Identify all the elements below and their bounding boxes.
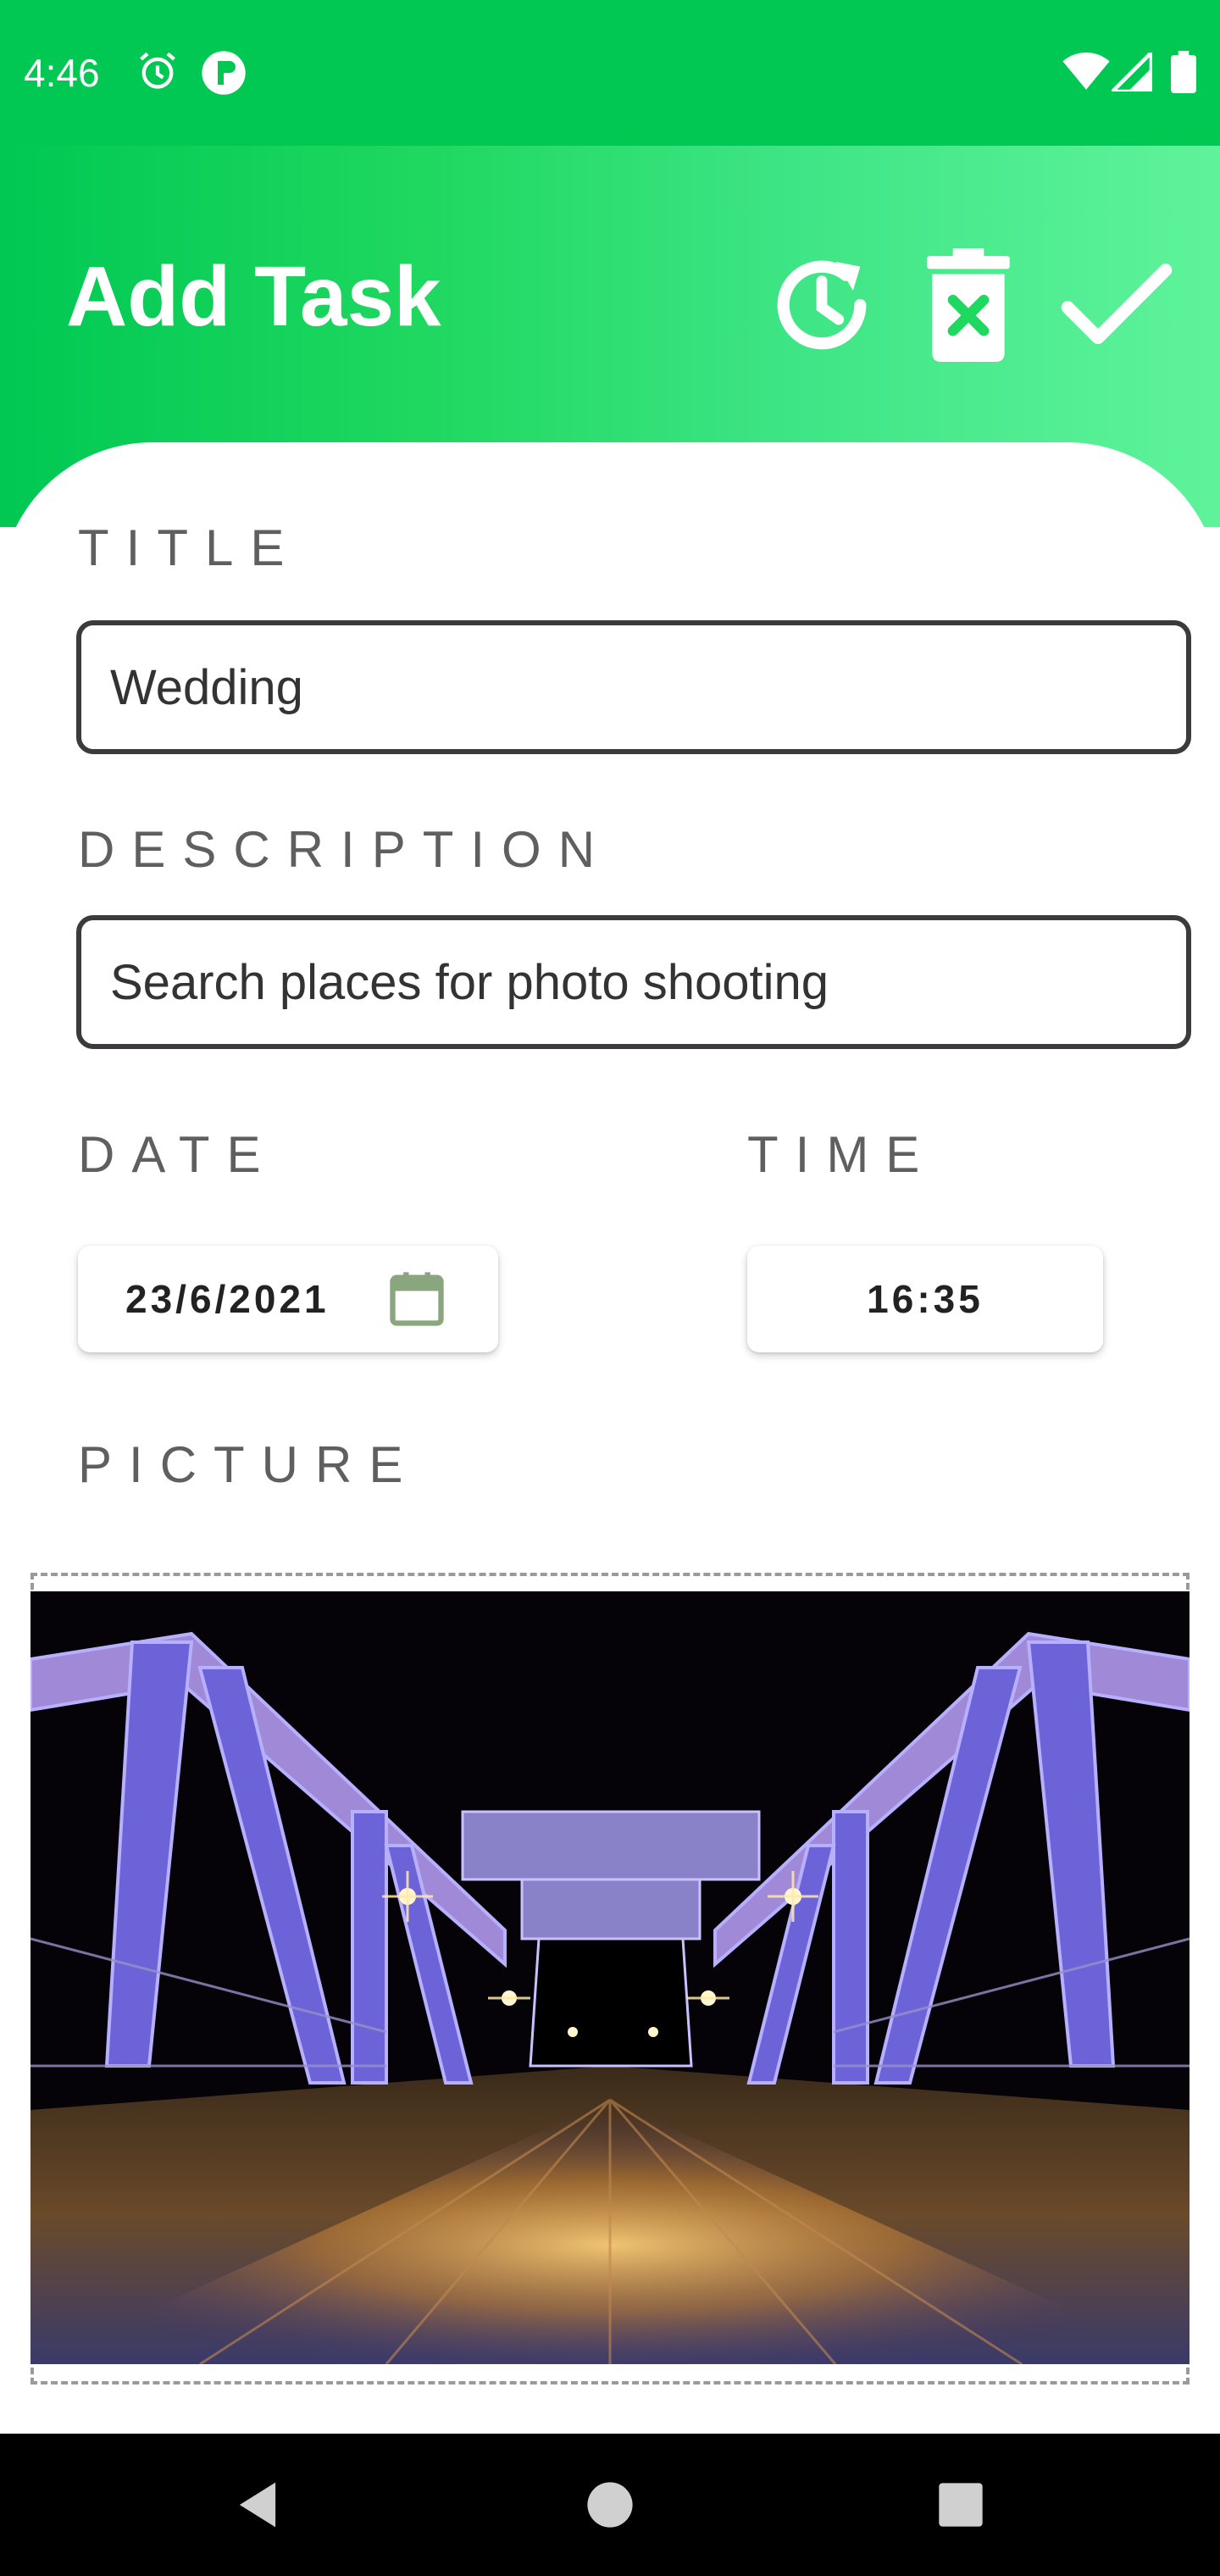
description-label: DESCRIPTION — [78, 821, 613, 878]
recents-icon — [938, 2482, 984, 2532]
signal-icon — [1107, 47, 1154, 96]
home-button[interactable] — [569, 2466, 651, 2547]
date-label: DATE — [78, 1126, 278, 1183]
time-label: TIME — [747, 1126, 937, 1183]
description-input-value: Search places for photo shooting — [110, 954, 829, 1010]
title-input[interactable]: Wedding — [76, 620, 1191, 754]
description-input[interactable]: Search places for photo shooting — [76, 915, 1191, 1049]
reset-time-icon — [764, 247, 879, 367]
back-icon — [234, 2480, 281, 2534]
home-icon — [586, 2481, 634, 2533]
save-button[interactable] — [1057, 247, 1176, 366]
back-button[interactable] — [217, 2466, 298, 2547]
delete-button[interactable] — [909, 247, 1028, 366]
picture-label: PICTURE — [78, 1436, 420, 1493]
time-picker-button[interactable]: 16:35 — [747, 1246, 1103, 1352]
title-label: TITLE — [78, 519, 302, 576]
delete-icon — [922, 247, 1015, 366]
time-value: 16:35 — [867, 1277, 984, 1321]
reset-time-button[interactable] — [762, 247, 881, 366]
battery-icon — [1171, 51, 1196, 97]
page-title: Add Task — [66, 249, 441, 344]
status-time: 4:46 — [24, 51, 100, 95]
status-bar: 4:46 — [0, 0, 1220, 146]
wifi-icon — [1062, 53, 1110, 96]
title-input-value: Wedding — [110, 659, 303, 715]
calendar-icon — [385, 1266, 449, 1341]
task-photo[interactable] — [30, 1591, 1190, 2364]
date-picker-button[interactable]: 23/6/2021 — [78, 1246, 498, 1352]
navigation-bar — [0, 2434, 1220, 2576]
date-value: 23/6/2021 — [125, 1277, 330, 1321]
alarm-icon — [136, 49, 180, 97]
app-notification-icon — [200, 49, 247, 101]
check-icon — [1059, 258, 1174, 356]
recents-button[interactable] — [920, 2466, 1001, 2547]
